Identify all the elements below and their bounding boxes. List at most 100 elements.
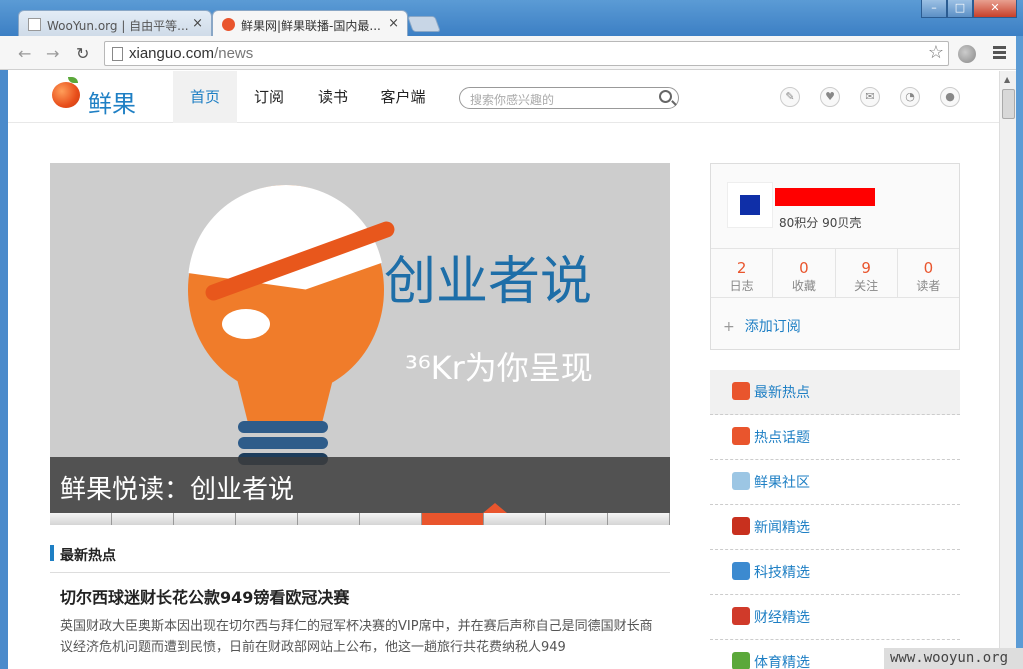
tab-xianguo[interactable]: 鲜果网|鲜果联播-国内最... × xyxy=(212,10,408,36)
nav-subscribe[interactable]: 订阅 xyxy=(237,71,301,123)
stat-favorites[interactable]: 0 收藏 xyxy=(773,249,836,297)
divider xyxy=(50,572,670,573)
side-item-label: 体育精选 xyxy=(754,655,810,669)
window-frame xyxy=(0,70,8,669)
address-bar[interactable]: xianguo.com/news ☆ xyxy=(104,41,949,66)
edit-icon[interactable]: ✎ xyxy=(780,87,800,107)
pager-dot[interactable] xyxy=(546,513,608,525)
side-item-finance[interactable]: 财经精选 xyxy=(710,595,960,640)
stat-value: 9 xyxy=(861,259,871,277)
stat-logs[interactable]: 2 日志 xyxy=(711,249,774,297)
slideshow-pager xyxy=(50,503,670,525)
pager-dot[interactable] xyxy=(360,513,422,525)
banner-caption[interactable]: 鲜果悦读：创业者说 xyxy=(50,457,670,513)
tab-wooyun[interactable]: WooYun.org | 自由平等... × xyxy=(18,10,212,36)
watermark: www.wooyun.org xyxy=(884,648,1023,669)
stat-following[interactable]: 9 关注 xyxy=(836,249,898,297)
browser-toolbar: ← → ↻ xianguo.com/news ☆ xyxy=(0,36,1023,70)
stat-readers[interactable]: 0 读者 xyxy=(898,249,959,297)
side-item-hot-topics[interactable]: 热点话题 xyxy=(710,415,960,460)
pager-dot[interactable] xyxy=(174,513,236,525)
plus-icon: + xyxy=(723,319,735,335)
nav-books[interactable]: 读书 xyxy=(301,71,365,123)
ball-icon xyxy=(732,652,750,669)
side-item-label: 新闻精选 xyxy=(754,520,810,536)
apple-logo-icon[interactable] xyxy=(52,82,80,108)
vertical-scrollbar[interactable]: ▲ xyxy=(999,71,1016,669)
side-item-tech[interactable]: 科技精选 xyxy=(710,550,960,595)
add-subscription-label: 添加订阅 xyxy=(744,319,801,335)
url-host: xianguo.com xyxy=(129,45,215,62)
browser-tabstrip: WooYun.org | 自由平等... × 鲜果网|鲜果联播-国内最... ×… xyxy=(0,0,1023,36)
scrollbar-thumb[interactable] xyxy=(1002,89,1015,119)
page-icon xyxy=(28,18,41,31)
add-subscription-button[interactable]: + 添加订阅 xyxy=(723,316,801,336)
pager-dot[interactable] xyxy=(112,513,174,525)
side-item-news[interactable]: 新闻精选 xyxy=(710,505,960,550)
maximize-button[interactable]: □ xyxy=(947,0,973,18)
bulb-base xyxy=(238,421,328,433)
stat-value: 0 xyxy=(923,259,934,277)
section-title: 最新热点 xyxy=(60,548,116,564)
page-viewport: 鲜果 首页 订阅 读书 客户端 搜索你感兴趣的 ✎ ♥ ✉ ◔ ● 创业者说 ³… xyxy=(8,71,999,669)
close-icon[interactable]: × xyxy=(388,16,399,31)
pager-dot[interactable] xyxy=(608,513,670,525)
article-title[interactable]: 切尔西球迷财长花公款949镑看欧冠决赛 xyxy=(60,584,349,608)
pager-dot[interactable] xyxy=(422,513,484,525)
close-window-button[interactable]: ✕ xyxy=(973,0,1017,18)
bookmark-star-icon[interactable]: ☆ xyxy=(928,42,944,63)
new-tab-button[interactable] xyxy=(407,16,441,32)
pager-dot[interactable] xyxy=(50,513,112,525)
logo-text[interactable]: 鲜果 xyxy=(88,84,136,119)
back-arrow-icon[interactable]: ← xyxy=(18,44,31,63)
site-header: 鲜果 首页 订阅 读书 客户端 搜索你感兴趣的 ✎ ♥ ✉ ◔ ● xyxy=(8,71,999,123)
stat-value: 2 xyxy=(736,259,747,277)
search-input[interactable]: 搜索你感兴趣的 xyxy=(459,87,679,109)
rss-icon xyxy=(732,472,750,490)
pager-dot[interactable] xyxy=(236,513,298,525)
forward-arrow-icon[interactable]: → xyxy=(46,44,59,63)
close-icon[interactable]: × xyxy=(192,16,203,31)
window-frame xyxy=(1016,36,1023,669)
pager-dot[interactable] xyxy=(298,513,360,525)
nav-client[interactable]: 客户端 xyxy=(365,71,441,123)
pager-dot[interactable] xyxy=(484,513,546,525)
stat-label: 关注 xyxy=(854,279,879,293)
stat-label: 收藏 xyxy=(791,279,816,293)
side-item-label: 科技精选 xyxy=(754,565,810,581)
minimize-button[interactable]: – xyxy=(921,0,947,18)
user-icon[interactable]: ● xyxy=(940,87,960,107)
redacted-username xyxy=(775,188,875,206)
nav-home[interactable]: 首页 xyxy=(173,71,237,123)
rocket-icon xyxy=(732,562,750,580)
article-excerpt: 英国财政大臣奥斯本因出现在切尔西与拜仁的冠军杯决赛的VIP席中，并在赛后声称自己… xyxy=(60,619,653,655)
stat-label: 日志 xyxy=(729,279,754,293)
apple-icon xyxy=(222,18,235,31)
banner-graphic-subtitle: ³⁶Kr为你呈现 xyxy=(405,349,593,387)
side-item-label: 最新热点 xyxy=(754,385,810,401)
profile-stats: 2 日志 0 收藏 9 关注 0 读者 xyxy=(711,248,959,298)
stat-label: 读者 xyxy=(916,279,941,293)
menu-icon[interactable] xyxy=(993,46,1006,61)
heart-icon[interactable]: ♥ xyxy=(820,87,840,107)
search-icon[interactable] xyxy=(659,90,672,103)
reload-icon[interactable]: ↻ xyxy=(76,44,89,63)
globe-icon[interactable] xyxy=(958,45,976,63)
banner-graphic-title: 创业者说 xyxy=(384,252,593,312)
banner-slideshow[interactable]: 创业者说 ³⁶Kr为你呈现 鲜果悦读：创业者说 xyxy=(50,163,670,525)
mail-icon[interactable]: ✉ xyxy=(860,87,880,107)
rss-icon[interactable]: ◔ xyxy=(900,87,920,107)
side-item-community[interactable]: 鲜果社区 xyxy=(710,460,960,505)
side-item-label: 鲜果社区 xyxy=(754,475,810,491)
apple-icon xyxy=(732,427,750,445)
eye-shape xyxy=(222,309,270,339)
avatar[interactable] xyxy=(727,182,773,228)
side-item-label: 热点话题 xyxy=(754,430,810,446)
url-path: /news xyxy=(214,45,254,62)
side-item-hot-latest[interactable]: 最新热点 xyxy=(710,370,960,415)
newspaper-icon xyxy=(732,517,750,535)
tab-title: WooYun.org | 自由平等... xyxy=(47,19,189,33)
points-text: 80积分 90贝壳 xyxy=(779,216,862,230)
scroll-up-icon[interactable]: ▲ xyxy=(1004,75,1010,84)
search-placeholder: 搜索你感兴趣的 xyxy=(470,93,555,107)
